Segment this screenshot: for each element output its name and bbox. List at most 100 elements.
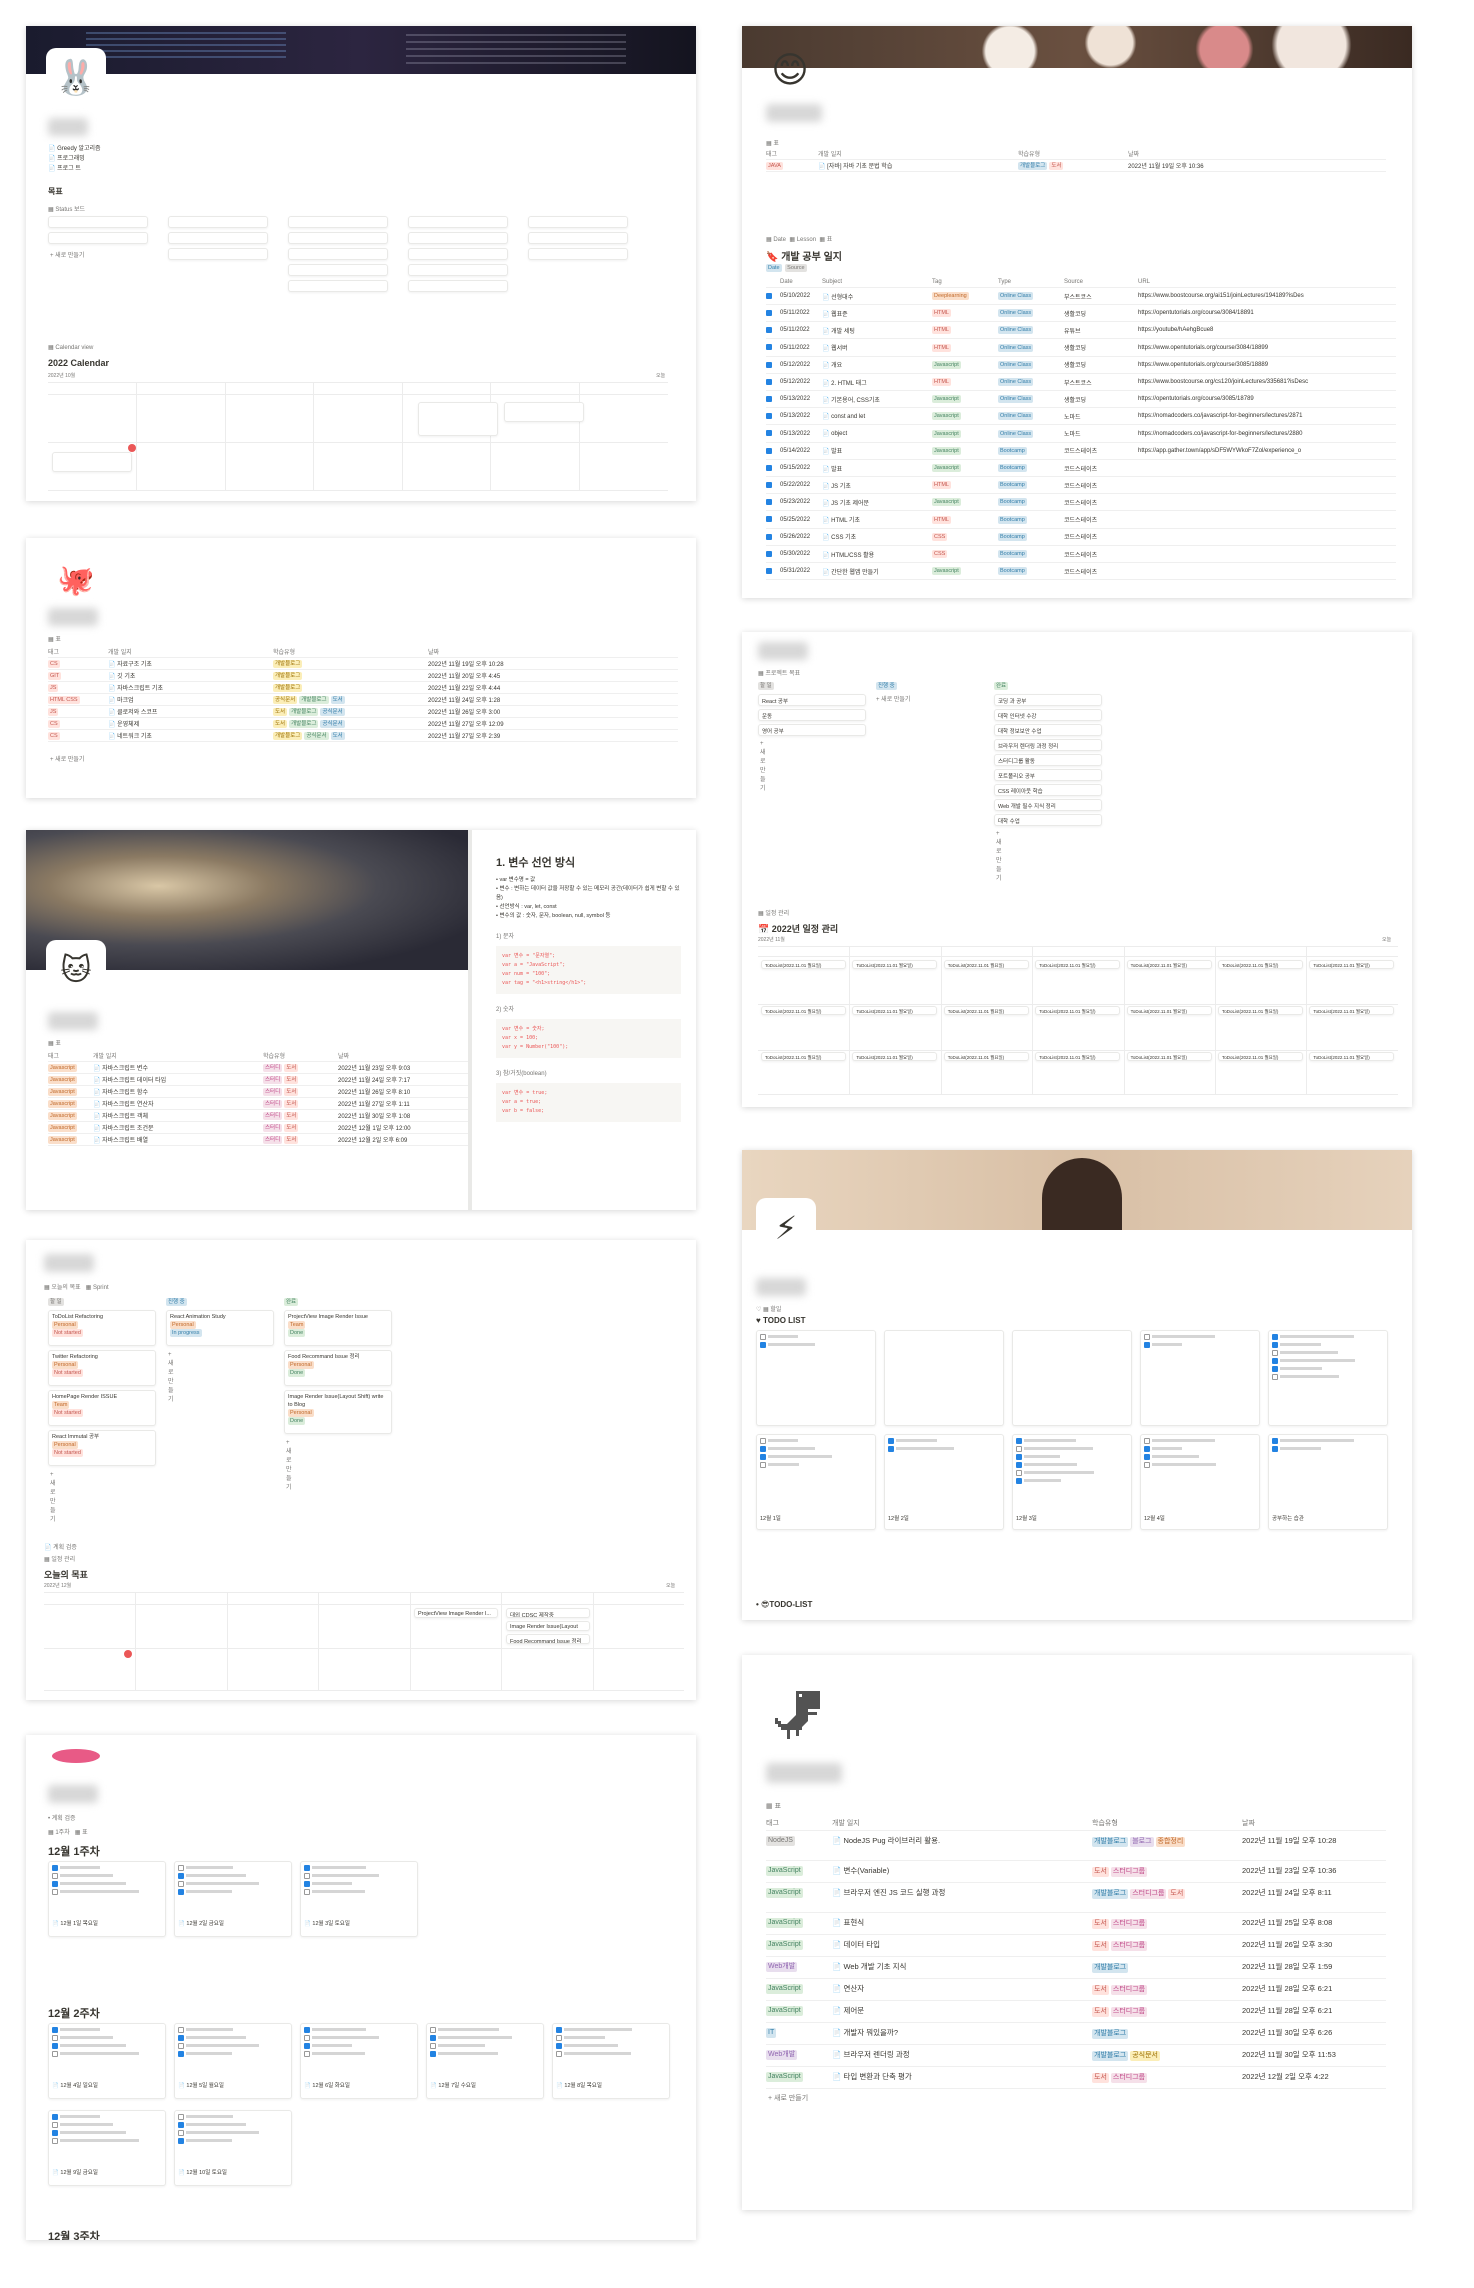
todo-card[interactable]	[1012, 1330, 1132, 1426]
kanban-card[interactable]: Image Render Issue(Layout Shift) write t…	[284, 1390, 392, 1434]
calendar-event[interactable]: ToDoList(2022.11.01 월요일)	[1035, 1052, 1121, 1061]
calendar-event[interactable]: ToDoList(2022.11.01 월요일)	[852, 1052, 938, 1061]
kanban-card[interactable]: React Immutal 공부 Personal Not started	[48, 1430, 156, 1466]
table-row[interactable]: HTML CSS 📄 마크업 공식문서 개발블로그 도서 2022년 11월 24일 오후…	[48, 694, 678, 706]
calendar-event[interactable]: ToDoList(2022.11.01 월요일)	[943, 1006, 1029, 1015]
sidebar-link-2[interactable]: 📄 프로그래밍	[48, 154, 101, 164]
day-card[interactable]: 📄 12월 1일 목요일	[48, 1861, 166, 1937]
kanban-card[interactable]: ToDoList Refactoring Personal Not started	[48, 1310, 156, 1346]
kanban-card[interactable]: 브라우저 렌더링 과정 정리	[994, 739, 1102, 751]
table-row[interactable]: GIT 📄 깃 기초 개발블로그 2022년 11월 20일 오후 4:45	[48, 670, 678, 682]
table-row[interactable]: 05/12/2022 📄 2. HTML 태그 HTML Online Class 부스…	[766, 374, 1396, 391]
kanban-card[interactable]: Web 개발 필수 지식 정리	[994, 799, 1102, 811]
table-row[interactable]: 05/23/2022 📄 JS 기초 제어문 Javascript Bootcamp 코…	[766, 494, 1396, 512]
todo-card[interactable]: 12월 3일	[1012, 1434, 1132, 1530]
kanban-card[interactable]: 코딩 과 공부	[994, 694, 1102, 706]
table-row[interactable]: CS 📄 운영체제 도서 개발블로그 공식문서 2022년 11월 27일 오후 12:0…	[48, 718, 678, 730]
todo-card[interactable]	[756, 1330, 876, 1426]
calendar-view-tab[interactable]: ▦ Calendar view	[48, 344, 93, 351]
table-row[interactable]: Javascript 📄 자바스크립트 데이터 타입 스터디 도서 2022년 11월 …	[48, 1074, 468, 1086]
todo-card[interactable]: 공부하는 습관	[1268, 1434, 1388, 1530]
calendar-event[interactable]: ToDoList(2022.11.01 월요일)	[852, 960, 938, 969]
table-row[interactable]: JavaScript 📄 연산자 도서 스터디그룹 2022년 11월 28일 오후 6…	[766, 1979, 1386, 2001]
day-card[interactable]: 📄 12월 4일 일요일	[48, 2023, 166, 2099]
calendar-event[interactable]: ToDoList(2022.11.01 월요일)	[1218, 1052, 1303, 1061]
table-row[interactable]: 05/22/2022 📄 JS 기초 HTML Bootcamp 코드스테이츠	[766, 477, 1396, 495]
calendar-event[interactable]: ToDoList(2022.11.01 월요일)	[761, 1006, 846, 1015]
todo-card[interactable]: 12월 1일	[756, 1434, 876, 1530]
table-row[interactable]: JavaScript 📄 표현식 도서 스터디그룹 2022년 11월 25일 오후 8…	[766, 1913, 1386, 1935]
table-row[interactable]: JS 📄 자바스크립트 기초 개발블로그 2022년 11월 22일 오후 4:44	[48, 682, 678, 694]
kanban-card[interactable]: React Animation Study Personal In progress	[166, 1310, 274, 1346]
table-row[interactable]: 05/15/2022 📄 발표 Javascript Bootcamp 코드스테이츠	[766, 460, 1396, 477]
table-row[interactable]: Javascript 📄 자바스크립트 함수 스터디 도서 2022년 11월 26일 …	[48, 1086, 468, 1098]
kanban-card[interactable]: 대학 수업	[994, 814, 1102, 826]
calendar-event[interactable]: ToDoList(2022.11.01 월요일)	[1309, 960, 1395, 969]
calendar-event[interactable]: ToDoList(2022.11.01 월요일)	[1218, 960, 1303, 969]
table-view-tab[interactable]: ▦ 표	[48, 1038, 61, 1047]
kanban-card[interactable]: 영어 공부	[758, 724, 866, 736]
kanban-card[interactable]: 대학 인터넷 수강	[994, 709, 1102, 721]
table-row[interactable]: JavaScript 📄 변수(Variable) 도서 스터디그룹 2022년 11월…	[766, 1861, 1386, 1883]
table-view-tab[interactable]: ▦ 표	[48, 634, 61, 643]
calendar-event[interactable]: ToDoList(2022.11.01 월요일)	[943, 960, 1029, 969]
kanban-card[interactable]: CSS 레이아웃 학습	[994, 784, 1102, 796]
day-card[interactable]: 📄 12월 7일 수요일	[426, 2023, 544, 2099]
kanban-card[interactable]: 포트폴리오 공부	[994, 769, 1102, 781]
table-row[interactable]: 05/30/2022 📄 HTML/CSS 활용 CSS Bootcamp 코드스테이츠	[766, 546, 1396, 563]
day-card[interactable]: 📄 12월 3일 토요일	[300, 1861, 418, 1937]
table-row[interactable]: 05/26/2022 📄 CSS 기초 CSS Bootcamp 코드스테이츠	[766, 529, 1396, 546]
calendar-event[interactable]: ToDoList(2022.11.01 월요일)	[1126, 960, 1212, 969]
table-row[interactable]: JavaScript 📄 타입 변환과 단축 평가 도서 스터디그룹 2022년 12월…	[766, 2067, 1386, 2089]
day-card[interactable]: 📄 12월 10일 토요일	[174, 2110, 292, 2186]
calendar-event[interactable]: ToDoList(2022.11.01 월요일)	[1309, 1006, 1395, 1015]
table-row[interactable]: NodeJS 📄 NodeJS Pug 라이브러리 활용. 개발블로그 블로그 종합정리…	[766, 1831, 1386, 1861]
calendar-event[interactable]: ToDoList(2022.11.01 월요일)	[1309, 1052, 1395, 1061]
calendar-event[interactable]: ToDoList(2022.11.01 월요일)	[761, 1052, 846, 1061]
calendar-event[interactable]: ToDoList(2022.11.01 월요일)	[761, 960, 846, 969]
table-row[interactable]: 05/11/2022 📄 개발 세팅 HTML Online Class 유튜브 http…	[766, 322, 1396, 340]
sidebar-link-1[interactable]: 📄 Greedy 알고리즘	[48, 144, 101, 154]
todo-card[interactable]	[1140, 1330, 1260, 1426]
day-card[interactable]: 📄 12월 2일 금요일	[174, 1861, 292, 1937]
table-row[interactable]: Web개발 📄 Web 개발 기초 지식 개발블로그 2022년 11월 28일 오후…	[766, 1957, 1386, 1979]
table-row[interactable]: CS 📄 네트워크 기초 개발블로그 공식문서 도서 2022년 11월 27일 오후 2…	[48, 730, 678, 742]
calendar-event[interactable]: ToDoList(2022.11.01 월요일)	[1035, 1006, 1121, 1015]
day-card[interactable]: 📄 12월 9일 금요일	[48, 2110, 166, 2186]
table-row[interactable]: 05/13/2022 📄 object Javascript Online Class…	[766, 426, 1396, 443]
calendar-event[interactable]: ToDoList(2022.11.01 월요일)	[1126, 1052, 1212, 1061]
todo-card[interactable]: 12월 2일	[884, 1434, 1004, 1530]
table-row[interactable]: Javascript 📄 자바스크립트 배열 스터디 도서 2022년 12월 2일 오…	[48, 1134, 468, 1146]
table-row[interactable]: Web개발 📄 브라우저 렌더링 과정 개발블로그 공식문서 2022년 11월 30일…	[766, 2045, 1386, 2067]
table-row[interactable]: Javascript 📄 자바스크립트 연산자 스터디 도서 2022년 11월 27일…	[48, 1098, 468, 1110]
today-button[interactable]: 오늘	[656, 372, 665, 379]
table-row[interactable]: 05/13/2022 📄 const and let Javascript Onlin…	[766, 408, 1396, 426]
table-row[interactable]: 05/11/2022 📄 웹표준 HTML Online Class 생활코딩 https…	[766, 305, 1396, 323]
today-button[interactable]: 오늘	[666, 1582, 675, 1589]
sidebar-link-3[interactable]: 📄 프로그 트	[48, 164, 101, 174]
calendar-event[interactable]: ToDoList(2022.11.01 월요일)	[852, 1006, 938, 1015]
table-row[interactable]: JavaScript 📄 제어문 도서 스터디그룹 2022년 11월 28일 오후 6…	[766, 2001, 1386, 2023]
kanban-card[interactable]: React 공부	[758, 694, 866, 706]
table-row[interactable]: 05/10/2022 📄 선형대수 Deeplearning Online Class…	[766, 288, 1396, 305]
todo-card[interactable]	[1268, 1330, 1388, 1426]
table-row[interactable]: 05/13/2022 📄 기본용어, CSS기초 Javascript Online …	[766, 391, 1396, 409]
day-card[interactable]: 📄 12월 8일 목요일	[552, 2023, 670, 2099]
table-row[interactable]: 05/25/2022 📄 HTML 기초 HTML Bootcamp 코드스테이츠	[766, 512, 1396, 529]
table-row[interactable]: 05/11/2022 📄 웹서버 HTML Online Class 생활코딩 https…	[766, 340, 1396, 357]
table-row[interactable]: IT 📄 개발자 뭐있을까? 개발블로그 2022년 11월 30일 오후 6:26	[766, 2023, 1386, 2045]
calendar-event[interactable]: ToDoList(2022.11.01 월요일)	[1126, 1006, 1212, 1015]
kanban-card[interactable]: 대학 정보보안 수업	[994, 724, 1102, 736]
table-row[interactable]: 05/12/2022 📄 개요 Javascript Online Class 생활코딩…	[766, 357, 1396, 374]
kanban-card[interactable]: ProjectView Image Render Issue Team Done	[284, 1310, 392, 1346]
table-row[interactable]: JavaScript 📄 데이터 타입 도서 스터디그룹 2022년 11월 26일 오…	[766, 1935, 1386, 1957]
todo-card[interactable]: 12월 4일	[1140, 1434, 1260, 1530]
board-view-tab[interactable]: ▦ Status 보드	[48, 204, 85, 213]
kanban-card[interactable]: 운동	[758, 709, 866, 721]
table-row[interactable]: CS 📄 자료구조 기초 개발블로그 2022년 11월 19일 오후 10:28	[48, 658, 678, 670]
table-row[interactable]: Javascript 📄 자바스크립트 객체 스터디 도서 2022년 11월 30일 …	[48, 1110, 468, 1122]
table-row[interactable]: 05/14/2022 📄 발표 Javascript Bootcamp 코드스테이츠 ht…	[766, 443, 1396, 460]
kanban-card[interactable]: Twitter Refactoring Personal Not started	[48, 1350, 156, 1386]
kanban-card[interactable]: 스터디그룹 활동	[994, 754, 1102, 766]
calendar-event[interactable]: ToDoList(2022.11.01 월요일)	[1218, 1006, 1303, 1015]
